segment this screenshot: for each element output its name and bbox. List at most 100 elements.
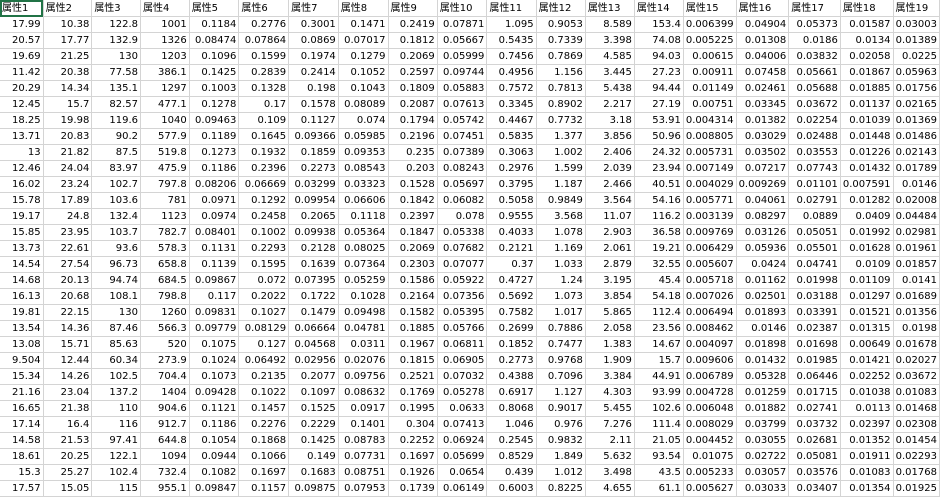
table-cell[interactable]: 0.0141 (893, 272, 940, 289)
table-cell[interactable]: 0.08025 (338, 240, 389, 257)
column-header[interactable]: 属性1 (0, 0, 44, 17)
table-cell[interactable]: 0.004314 (683, 112, 737, 129)
table-cell[interactable]: 0.1073 (189, 368, 240, 385)
table-cell[interactable]: 12.44 (43, 352, 93, 369)
table-cell[interactable]: 14.58 (0, 432, 44, 449)
table-cell[interactable]: 74.08 (634, 32, 684, 49)
table-cell[interactable]: 0.1639 (288, 256, 339, 273)
table-cell[interactable]: 0.37 (486, 256, 537, 273)
table-cell[interactable]: 912.7 (140, 416, 190, 433)
column-header[interactable]: 属性13 (585, 0, 635, 17)
table-cell[interactable]: 14.67 (634, 336, 684, 353)
table-cell[interactable]: 21.16 (0, 384, 44, 401)
table-cell[interactable]: 0.0186 (788, 32, 841, 49)
table-cell[interactable]: 0.2077 (288, 368, 339, 385)
table-cell[interactable]: 130 (91, 304, 141, 321)
table-cell[interactable]: 0.05922 (437, 272, 488, 289)
table-cell[interactable]: 0.06492 (238, 352, 290, 369)
table-cell[interactable]: 22.61 (43, 240, 93, 257)
table-cell[interactable]: 0.01587 (840, 16, 894, 33)
column-header[interactable]: 属性3 (91, 0, 141, 17)
table-cell[interactable]: 13.73 (0, 240, 44, 257)
table-cell[interactable]: 0.08474 (189, 32, 240, 49)
table-cell[interactable]: 0.0654 (437, 464, 488, 481)
table-cell[interactable]: 0.1054 (189, 432, 240, 449)
table-cell[interactable]: 0.01715 (788, 384, 841, 401)
table-cell[interactable]: 0.08543 (338, 160, 389, 177)
table-cell[interactable]: 0.1769 (388, 384, 438, 401)
table-cell[interactable]: 0.01308 (736, 32, 790, 49)
table-cell[interactable]: 0.7886 (536, 320, 586, 337)
table-cell[interactable]: 0.1189 (189, 128, 240, 145)
table-cell[interactable]: 0.1932 (238, 144, 290, 161)
table-cell[interactable]: 2.466 (585, 176, 635, 193)
table-cell[interactable]: 0.01961 (893, 240, 940, 257)
table-cell[interactable]: 0.1479 (288, 304, 339, 321)
table-cell[interactable]: 0.03553 (788, 144, 841, 161)
table-cell[interactable]: 94.03 (634, 48, 684, 65)
table-cell[interactable]: 0.07458 (736, 64, 790, 81)
column-header[interactable]: 属性2 (43, 0, 93, 17)
table-cell[interactable]: 0.2293 (238, 240, 290, 257)
table-cell[interactable]: 0.7096 (536, 368, 586, 385)
table-cell[interactable]: 1.849 (536, 448, 586, 465)
table-cell[interactable]: 2.406 (585, 144, 635, 161)
table-cell[interactable]: 0.007026 (683, 288, 737, 305)
table-cell[interactable]: 18.25 (0, 112, 44, 129)
table-cell[interactable]: 0.0974 (189, 208, 240, 225)
table-cell[interactable]: 0.005731 (683, 144, 737, 161)
table-cell[interactable]: 103.6 (91, 192, 141, 209)
table-cell[interactable]: 23.24 (43, 176, 93, 193)
table-cell[interactable]: 9.504 (0, 352, 44, 369)
table-cell[interactable]: 0.04781 (338, 320, 389, 337)
table-cell[interactable]: 0.03345 (736, 96, 790, 113)
table-cell[interactable]: 0.08401 (189, 224, 240, 241)
table-cell[interactable]: 15.78 (0, 192, 44, 209)
table-cell[interactable]: 0.1118 (338, 208, 389, 225)
table-cell[interactable]: 21.53 (43, 432, 93, 449)
table-cell[interactable]: 1260 (140, 304, 190, 321)
table-cell[interactable]: 0.17 (238, 96, 290, 113)
table-cell[interactable]: 1.909 (585, 352, 635, 369)
table-cell[interactable]: 0.0424 (736, 256, 790, 273)
table-cell[interactable]: 0.08129 (238, 320, 290, 337)
table-cell[interactable]: 0.008805 (683, 128, 737, 145)
table-cell[interactable]: 1040 (140, 112, 190, 129)
table-cell[interactable]: 93.6 (91, 240, 141, 257)
table-cell[interactable]: 0.1292 (238, 192, 290, 209)
table-cell[interactable]: 0.0633 (437, 400, 488, 417)
table-cell[interactable]: 1.383 (585, 336, 635, 353)
table-cell[interactable]: 135.1 (91, 80, 141, 97)
table-cell[interactable]: 0.2273 (288, 160, 339, 177)
table-cell[interactable]: 0.1794 (388, 112, 438, 129)
table-cell[interactable]: 0.03799 (736, 416, 790, 433)
table-cell[interactable]: 0.1809 (388, 80, 438, 97)
table-cell[interactable]: 0.078 (437, 208, 488, 225)
table-cell[interactable]: 23.04 (43, 384, 93, 401)
table-cell[interactable]: 0.07682 (437, 240, 488, 257)
table-cell[interactable]: 17.99 (0, 16, 44, 33)
table-cell[interactable]: 0.1157 (238, 480, 290, 497)
table-cell[interactable]: 97.41 (91, 432, 141, 449)
table-cell[interactable]: 0.01352 (840, 432, 894, 449)
table-cell[interactable]: 0.02008 (893, 192, 940, 209)
table-cell[interactable]: 0.1186 (189, 416, 240, 433)
table-cell[interactable]: 0.004452 (683, 432, 737, 449)
table-cell[interactable]: 16.4 (43, 416, 93, 433)
table-cell[interactable]: 0.2164 (388, 288, 438, 305)
table-cell[interactable]: 1094 (140, 448, 190, 465)
table-cell[interactable]: 1.095 (486, 16, 537, 33)
table-cell[interactable]: 19.98 (43, 112, 93, 129)
table-cell[interactable]: 0.01689 (893, 288, 940, 305)
table-cell[interactable]: 0.4727 (486, 272, 537, 289)
table-cell[interactable]: 0.07451 (437, 128, 488, 145)
table-cell[interactable]: 0.07953 (338, 480, 389, 497)
table-cell[interactable]: 36.58 (634, 224, 684, 241)
table-cell[interactable]: 0.05328 (736, 368, 790, 385)
column-header[interactable]: 属性14 (634, 0, 684, 17)
table-cell[interactable]: 0.05742 (437, 112, 488, 129)
table-cell[interactable]: 1297 (140, 80, 190, 97)
table-cell[interactable]: 0.03188 (788, 288, 841, 305)
table-cell[interactable]: 0.1525 (288, 400, 339, 417)
table-cell[interactable]: 110 (91, 400, 141, 417)
